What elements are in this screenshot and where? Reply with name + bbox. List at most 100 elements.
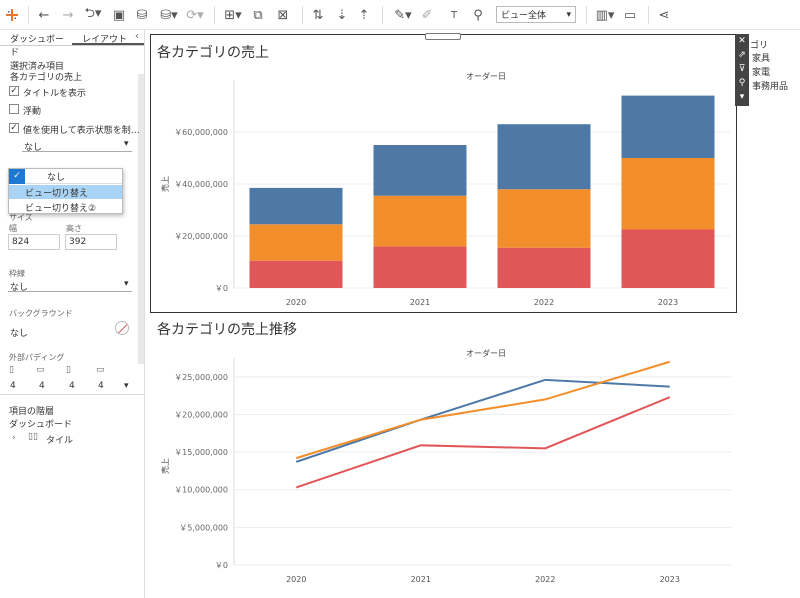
control-select[interactable]: なし ▾	[22, 138, 132, 153]
forward-arrow-icon[interactable]: →	[60, 5, 76, 25]
bar-segment	[497, 247, 591, 288]
group-icon[interactable]: ✐	[418, 5, 436, 25]
floating-checkbox[interactable]	[9, 104, 19, 114]
swap-icon[interactable]: ⇅	[310, 5, 326, 25]
close-icon[interactable]: ✕	[735, 34, 749, 48]
x-tick-label: 2021	[410, 298, 430, 307]
show-cards-icon[interactable]: ▥▾	[594, 5, 616, 25]
x-tick-label: 2023	[660, 575, 680, 584]
filter-icon[interactable]: ⊽	[735, 62, 749, 76]
y-tick-label: ￥0	[215, 284, 228, 293]
dropdown-item-view-switch-2[interactable]: ビュー切り替え②	[9, 200, 122, 214]
show-title-label: タイトルを表示	[23, 89, 87, 99]
sort-asc-icon[interactable]: ⇣	[334, 5, 350, 25]
chevron-down-icon: ▾	[124, 139, 129, 149]
use-value-checkbox[interactable]: ✓	[9, 123, 19, 133]
y-tick-label: ￥25,000,000	[174, 373, 228, 382]
tab-layout[interactable]: レイアウト	[72, 30, 144, 45]
label-icon[interactable]: T	[446, 5, 462, 25]
height-label: 高さ	[66, 224, 82, 233]
bar-segment	[621, 158, 715, 230]
highlight-icon[interactable]: ✎▾	[392, 5, 414, 25]
tableau-logo-icon[interactable]	[4, 5, 20, 25]
height-value: 392	[69, 237, 87, 247]
toolbar: ← → ⮌▾ ▣ ⛁ ⛁▾ ⟳▾ ⊞▾ ⧉ ⊠ ⇅ ⇣ ⇡ ✎▾ ✐ T ⚲ ビ…	[0, 0, 800, 30]
legend-title: ゴリ	[750, 41, 769, 51]
padding-top-icon: ▭	[36, 365, 45, 375]
duplicate-icon[interactable]: ⧉	[250, 5, 266, 25]
tab-dashboard[interactable]: ダッシュボード	[0, 30, 72, 58]
no-color-icon[interactable]	[115, 321, 129, 335]
chevron-down-icon: ▾	[566, 9, 571, 20]
new-sheet-icon[interactable]: ⛁▾	[158, 5, 180, 25]
chart-type-icon[interactable]: ⊞▾	[222, 5, 244, 25]
open-sheet-icon[interactable]: ⇗	[735, 48, 749, 62]
presentation-icon[interactable]: ▭	[622, 5, 638, 25]
drag-handle[interactable]	[425, 33, 461, 40]
dropdown-item-label: なし	[47, 173, 66, 183]
width-label: 幅	[9, 224, 17, 233]
pin-icon[interactable]: ⚲	[735, 76, 749, 90]
floating-label: 浮動	[23, 107, 42, 117]
bar-chart-title: 各カテゴリの売上	[157, 45, 269, 61]
height-input[interactable]: 392	[65, 234, 117, 250]
bar-segment	[373, 145, 467, 196]
background-value: なし	[10, 329, 29, 339]
background-label: バックグラウンド	[9, 309, 73, 318]
dropdown-item-label: ビュー切り替え②	[25, 204, 97, 214]
bar-segment	[621, 95, 715, 158]
pin-icon[interactable]: ⚲	[470, 5, 486, 25]
y-tick-label: ￥40,000,000	[174, 180, 228, 189]
line-chart-title: 各カテゴリの売上推移	[157, 322, 297, 338]
chevron-down-icon: ▾	[124, 279, 129, 289]
padding-bottom-value[interactable]: 4	[98, 381, 104, 391]
collapse-icon[interactable]: ‹	[135, 31, 139, 42]
more-options-icon[interactable]: ▾	[735, 90, 749, 104]
left-panel: ダッシュボード レイアウト ‹ 選択済み項目 各カテゴリの売上 ✓ タイトルを表…	[0, 30, 145, 598]
divider	[0, 394, 145, 395]
legend-item[interactable]: 家具	[752, 51, 770, 64]
padding-top-value[interactable]: 4	[39, 381, 45, 391]
sort-desc-icon[interactable]: ⇡	[356, 5, 372, 25]
padding-label: 外部パディング	[9, 353, 65, 362]
back-arrow-icon[interactable]: ←	[36, 5, 52, 25]
width-input[interactable]: 824	[8, 234, 60, 250]
save-icon[interactable]: ▣	[112, 5, 126, 25]
bar-segment	[249, 187, 343, 225]
undo-redo-icon[interactable]: ⮌▾	[82, 5, 104, 25]
y-tick-label: ￥0	[215, 561, 228, 570]
y-tick-label: ￥15,000,000	[174, 448, 228, 457]
x-tick-label: 2020	[286, 298, 306, 307]
show-title-checkbox[interactable]: ✓	[9, 86, 19, 96]
hierarchy-header: 項目の階層	[9, 407, 55, 417]
border-select[interactable]: なし ▾	[8, 278, 132, 293]
padding-right-value[interactable]: 4	[69, 381, 75, 391]
container-toolbar: ✕ ⇗ ⊽ ⚲ ▾	[735, 34, 749, 106]
selected-item: 各カテゴリの売上	[10, 73, 83, 83]
refresh-icon[interactable]: ⟳▾	[184, 5, 206, 25]
dropdown-item-label: ビュー切り替え	[25, 189, 89, 199]
panel-tabs: ダッシュボード レイアウト ‹	[0, 30, 144, 58]
view-size-select[interactable]: ビュー全体 ▾	[496, 6, 576, 23]
view-size-value: ビュー全体	[501, 11, 547, 21]
legend-item[interactable]: 家電	[752, 65, 770, 78]
y-tick-label: ￥10,000,000	[174, 486, 228, 495]
clear-sheet-icon[interactable]: ⊠	[274, 5, 292, 25]
x-tick-label: 2023	[658, 298, 678, 307]
legend-item[interactable]: 事務用品	[752, 79, 788, 92]
y-axis-label: 売上	[160, 458, 170, 474]
bar-segment	[497, 124, 591, 190]
tile-icon: ▯▯	[28, 432, 38, 442]
padding-left-value[interactable]: 4	[10, 381, 16, 391]
scrollbar[interactable]	[138, 74, 144, 364]
hierarchy-root[interactable]: ダッシュボード	[9, 417, 72, 430]
hierarchy-child[interactable]: タイル	[46, 433, 73, 446]
chevron-down-icon[interactable]: ▾	[124, 381, 129, 391]
new-datasource-icon[interactable]: ⛁	[134, 5, 150, 25]
x-tick-label: 2020	[286, 575, 306, 584]
share-icon[interactable]: ⋖	[656, 5, 672, 25]
dropdown-item-none[interactable]: ✓ なし	[9, 169, 122, 184]
chevron-right-icon[interactable]: ›	[12, 433, 16, 443]
x-tick-label: 2022	[534, 298, 554, 307]
dropdown-item-view-switch[interactable]: ビュー切り替え	[9, 185, 122, 199]
